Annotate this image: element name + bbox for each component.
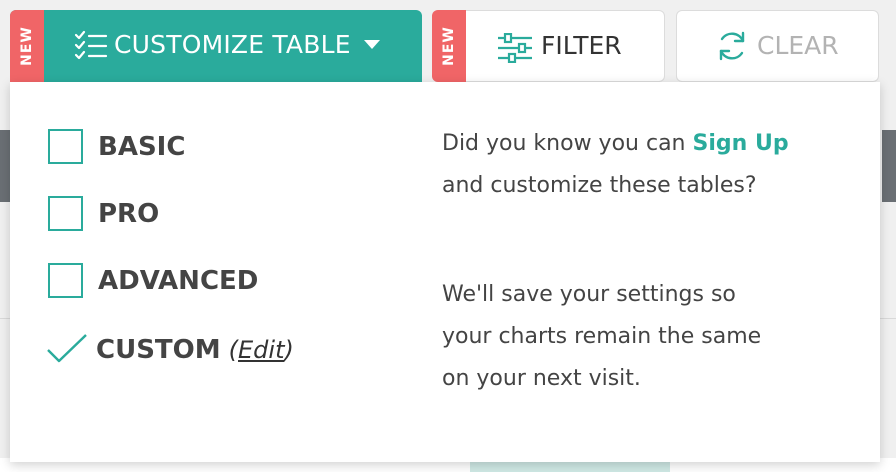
filter-label: FILTER bbox=[541, 31, 622, 60]
checkbox[interactable] bbox=[48, 196, 83, 231]
clear-label: CLEAR bbox=[757, 31, 839, 60]
signup-link[interactable]: Sign Up bbox=[693, 131, 789, 156]
sliders-icon bbox=[498, 33, 532, 63]
new-badge: NEW bbox=[432, 10, 466, 82]
checkmark-icon bbox=[47, 334, 87, 363]
new-badge: NEW bbox=[10, 10, 44, 82]
edit-custom-link[interactable]: (Edit) bbox=[229, 336, 294, 364]
customize-table-button[interactable]: NEW CUSTOMIZE TABLE bbox=[10, 10, 422, 82]
page: NEW CUSTOMIZE TABLE NEW FILTER CLEAR BAS… bbox=[0, 0, 896, 472]
option-basic[interactable]: BASIC bbox=[48, 129, 185, 164]
caret-down-icon bbox=[364, 40, 380, 49]
option-pro[interactable]: PRO bbox=[48, 196, 159, 231]
background-panel bbox=[882, 130, 896, 202]
option-label: PRO bbox=[98, 198, 160, 229]
settings-info-text: We'll save your settings so your charts … bbox=[442, 282, 762, 391]
option-label: CUSTOM bbox=[96, 334, 221, 365]
option-advanced[interactable]: ADVANCED bbox=[48, 263, 258, 298]
option-label: BASIC bbox=[98, 131, 186, 162]
filter-button[interactable]: NEW FILTER bbox=[432, 10, 665, 82]
checkbox[interactable] bbox=[48, 129, 83, 164]
refresh-icon bbox=[719, 31, 745, 61]
checklist-icon bbox=[74, 30, 108, 60]
option-custom[interactable]: CUSTOM (Edit) bbox=[46, 332, 294, 367]
customize-table-label: CUSTOMIZE TABLE bbox=[114, 30, 351, 59]
checkbox[interactable] bbox=[48, 263, 83, 298]
option-label: ADVANCED bbox=[98, 265, 259, 296]
clear-button[interactable]: CLEAR bbox=[676, 10, 879, 82]
background-panel bbox=[0, 130, 10, 202]
signup-info-text: Did you know you can Sign Up and customi… bbox=[442, 131, 789, 198]
customize-table-dropdown: BASIC PRO ADVANCED CUSTOM (Edit) Did you… bbox=[10, 82, 880, 462]
